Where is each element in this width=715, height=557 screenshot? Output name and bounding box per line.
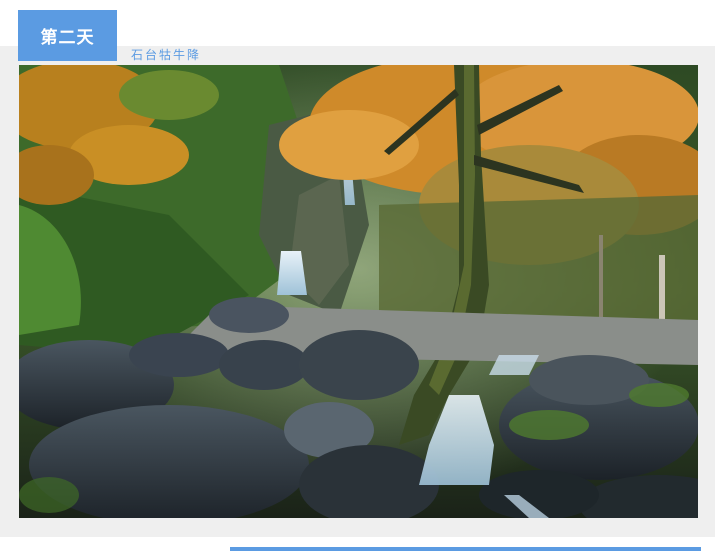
day-badge: 第二天 <box>18 10 117 61</box>
location-subtitle: 石台牯牛降 <box>131 48 202 62</box>
bottom-divider <box>230 547 701 551</box>
waterfall-forest-photo <box>19 65 698 518</box>
article-page: 第二天 石台牯牛降 <box>0 0 715 557</box>
day-label: 第二天 <box>40 28 95 48</box>
